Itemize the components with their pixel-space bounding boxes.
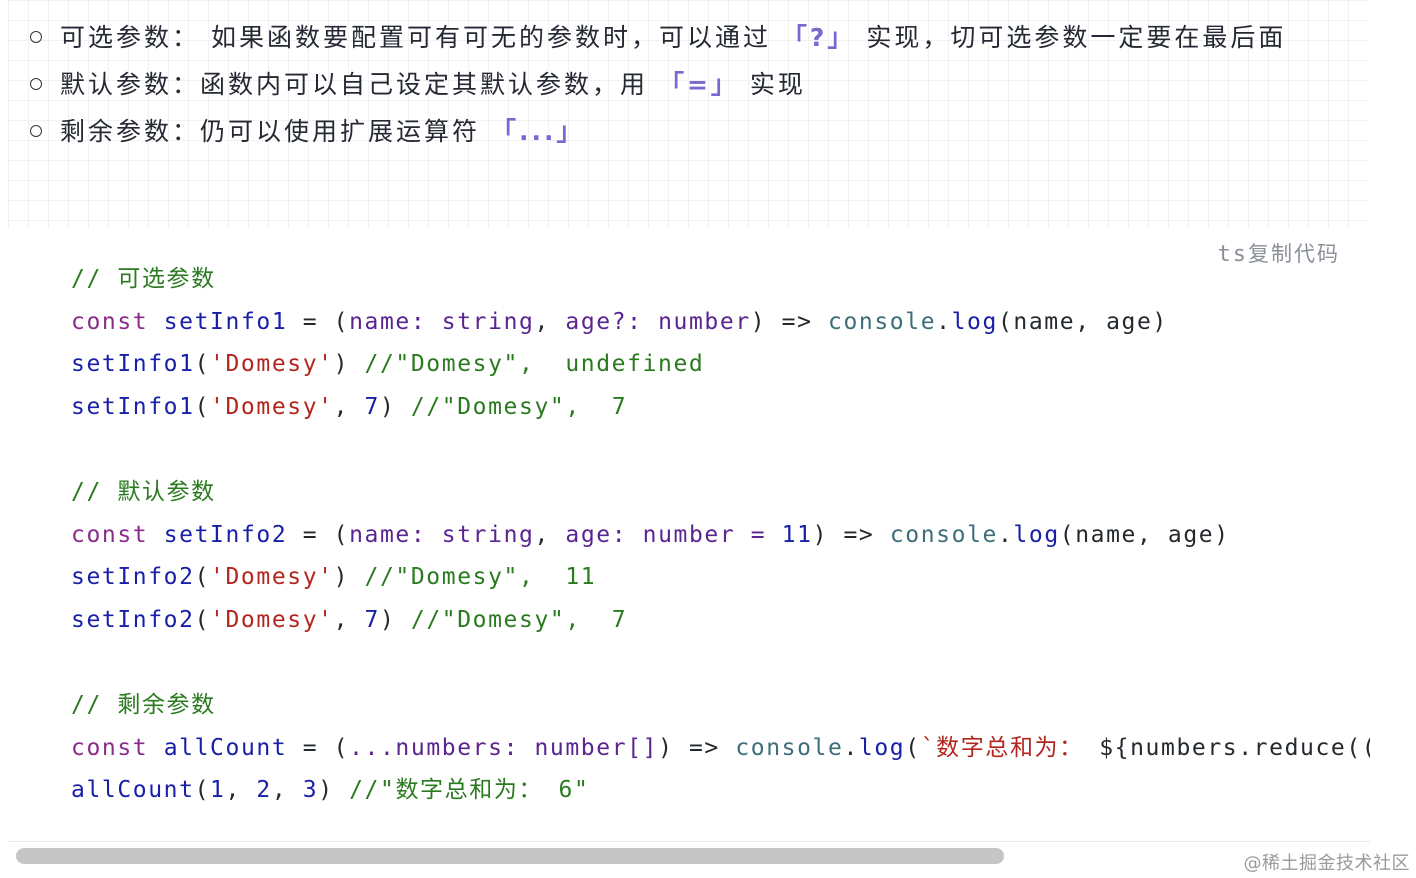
- code-block: ts复制代码 // 可选参数 const setInfo1 = (name: s…: [8, 228, 1370, 843]
- bullet-text: 实现，切可选参数一定要在最后面: [855, 23, 1287, 52]
- watermark: @稀土掘金技术社区: [1243, 853, 1410, 874]
- bullet-text: 函数内可以自己设定其默认参数，用: [200, 70, 659, 99]
- list-item-default-params: 默认参数：函数内可以自己设定其默认参数，用 「=」 实现: [30, 61, 1370, 108]
- code-comment-line: // 可选参数: [71, 266, 216, 292]
- bullet-text: 如果函数要配置可有可无的参数时，可以通过: [200, 23, 782, 52]
- parameter-list: 可选参数： 如果函数要配置可有可无的参数时，可以通过 「?」 实现，切可选参数一…: [30, 14, 1370, 155]
- code-line: setInfo1('Domesy', 7) //"Domesy", 7: [71, 393, 628, 420]
- circle-bullet-icon: [30, 125, 42, 137]
- code-comment-line: // 剩余参数: [71, 691, 216, 718]
- list-item-optional-params: 可选参数： 如果函数要配置可有可无的参数时，可以通过 「?」 实现，切可选参数一…: [30, 14, 1370, 61]
- circle-bullet-icon: [30, 31, 42, 43]
- code-line: setInfo2('Domesy', 7) //"Domesy", 7: [71, 606, 628, 633]
- horizontal-scrollbar[interactable]: [8, 844, 1370, 868]
- list-item-rest-params: 剩余参数：仍可以使用扩展运算符 「...」: [30, 108, 1370, 155]
- bullet-label: 可选参数：: [60, 23, 201, 52]
- circle-bullet-icon: [30, 78, 42, 90]
- divider: [8, 841, 1370, 842]
- code-line: setInfo2('Domesy') //"Domesy", 11: [71, 564, 597, 591]
- code-line: const setInfo1 = (name: string, age?: nu…: [71, 308, 1168, 335]
- bullet-label: 剩余参数：: [60, 117, 201, 146]
- code-line: allCount(1, 2, 3) //"数字总和为： 6": [71, 777, 590, 804]
- scrollbar-thumb[interactable]: [16, 848, 1004, 864]
- article-page: 可选参数： 如果函数要配置可有可无的参数时，可以通过 「?」 实现，切可选参数一…: [0, 0, 1416, 878]
- bullet-text: 仍可以使用扩展运算符: [200, 117, 491, 146]
- code-line: const allCount = (...numbers: number[]) …: [71, 734, 1370, 761]
- highlight-mark: 「?」: [781, 23, 856, 52]
- highlight-mark: 「...」: [490, 117, 585, 146]
- bullet-label: 默认参数：: [60, 70, 201, 99]
- code-line: setInfo1('Domesy') //"Domesy", undefined: [71, 351, 705, 378]
- highlight-mark: 「=」: [658, 70, 739, 99]
- code-comment-line: // 默认参数: [71, 478, 216, 505]
- code-line: const setInfo2 = (name: string, age: num…: [71, 521, 1230, 548]
- bullet-text: 实现: [738, 70, 806, 99]
- code-content: // 可选参数 const setInfo1 = (name: string, …: [71, 258, 1370, 812]
